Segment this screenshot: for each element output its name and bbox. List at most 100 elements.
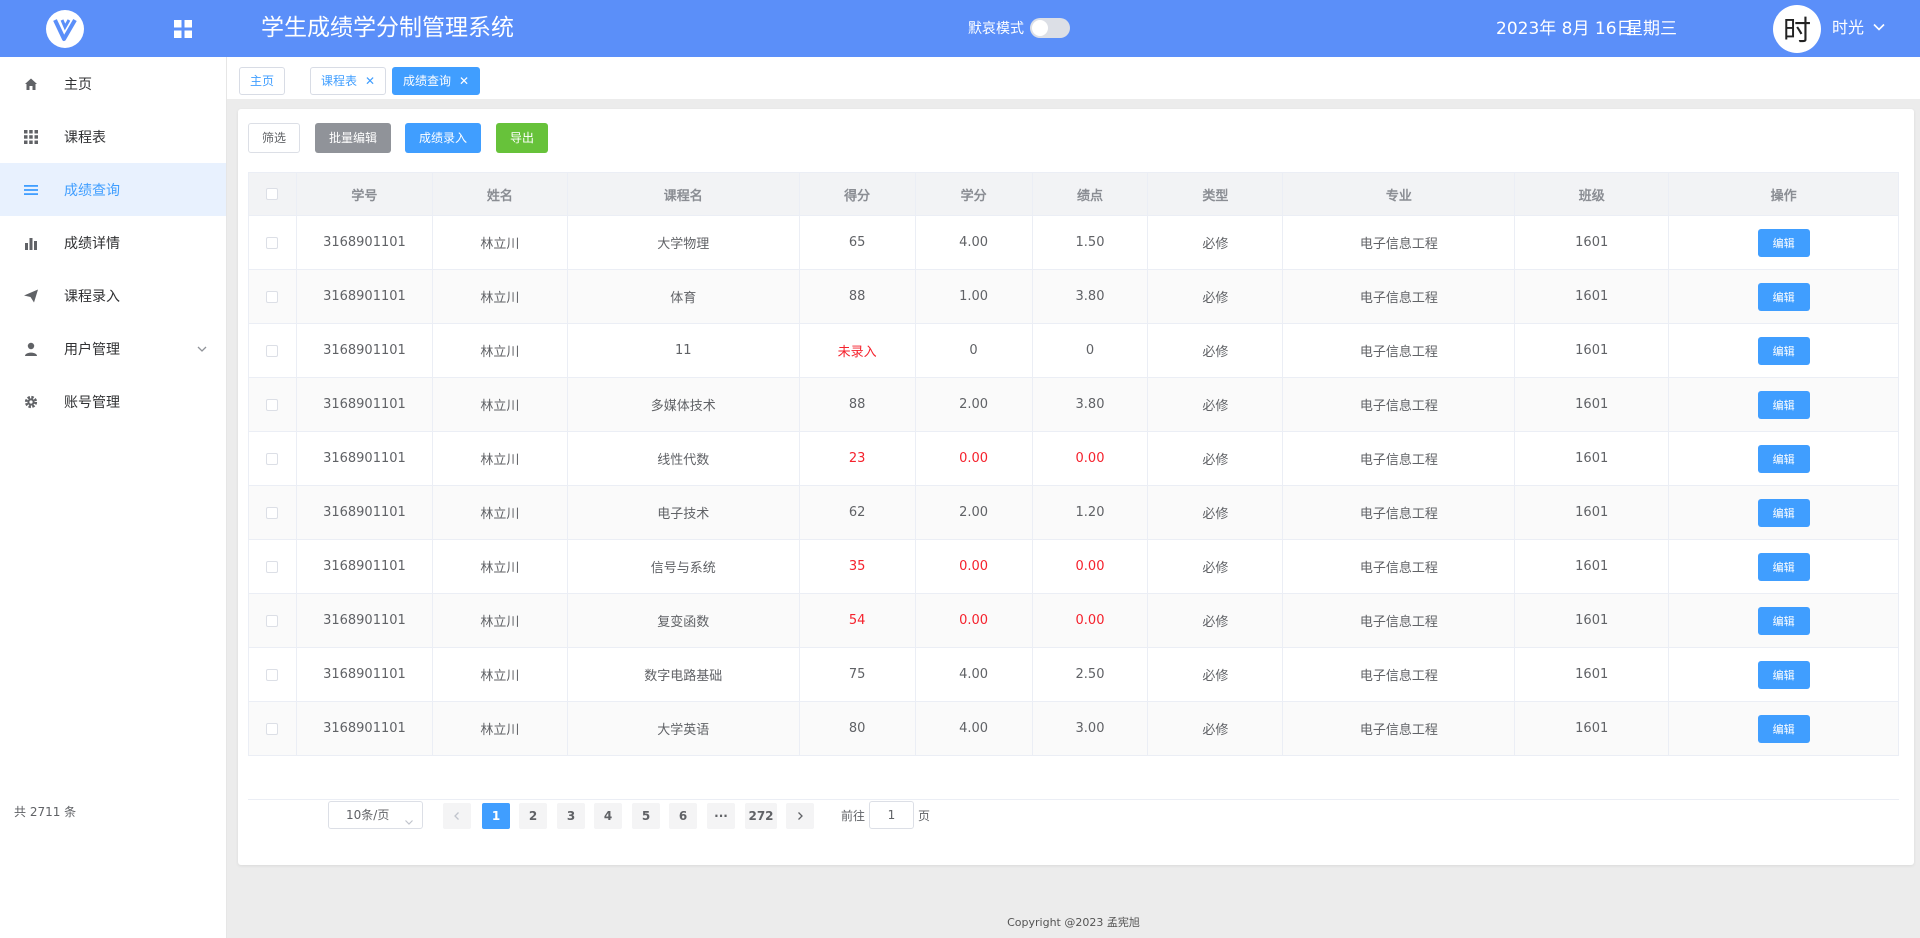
table-cell: 1601 xyxy=(1515,378,1670,431)
action-cell: 编辑 xyxy=(1669,702,1900,755)
table-cell: 88 xyxy=(800,270,916,323)
grade-entry-button[interactable]: 成绩录入 xyxy=(405,123,481,153)
sidebar-item-timetable[interactable]: 课程表 xyxy=(0,110,226,163)
table-cell: 0.00 xyxy=(1033,540,1149,593)
mourning-mode-toggle[interactable] xyxy=(1030,18,1070,38)
goto-page-input[interactable] xyxy=(869,801,914,829)
chevron-down-icon[interactable] xyxy=(1872,20,1886,34)
edit-button[interactable]: 编辑 xyxy=(1757,714,1810,743)
tab-grade-query[interactable]: 成绩查询 ✕ xyxy=(392,67,481,95)
sidebar-item-grade-query[interactable]: 成绩查询 xyxy=(0,163,226,216)
chevron-down-icon xyxy=(196,343,208,355)
next-page-button[interactable] xyxy=(786,803,814,829)
table-cell: 必修 xyxy=(1148,540,1284,593)
edit-button[interactable]: 编辑 xyxy=(1757,552,1810,581)
sidebar-item-course-entry[interactable]: 课程录入 xyxy=(0,269,226,322)
edit-button[interactable]: 编辑 xyxy=(1757,228,1810,257)
current-weekday: 星期三 xyxy=(1626,19,1677,39)
table-cell: 3168901101 xyxy=(297,324,433,377)
page-button[interactable]: 6 xyxy=(669,803,697,829)
sidebar-item-grade-detail[interactable]: 成绩详情 xyxy=(0,216,226,269)
avatar[interactable]: 时 xyxy=(1773,5,1821,53)
table-row: 3168901101 林立川 线性代数 23 0.00 0.00 必修 电子信息工程 1601 编… xyxy=(249,432,1900,486)
table-cell: 2.00 xyxy=(916,486,1033,539)
table-cell: 1601 xyxy=(1515,216,1670,269)
table-cell: 54 xyxy=(800,594,916,647)
action-cell: 编辑 xyxy=(1669,216,1900,269)
table-cell: 1601 xyxy=(1515,648,1670,701)
table-cell: 3168901101 xyxy=(297,378,433,431)
close-icon[interactable]: ✕ xyxy=(365,68,375,94)
row-checkbox[interactable] xyxy=(266,506,279,519)
table-cell: 电子信息工程 xyxy=(1283,648,1516,701)
column-header: 专业 xyxy=(1283,173,1516,215)
row-checkbox[interactable] xyxy=(266,290,279,303)
list-icon xyxy=(23,182,39,198)
page-button[interactable]: 1 xyxy=(482,803,510,829)
row-checkbox[interactable] xyxy=(266,722,279,735)
sidebar-item-user-management[interactable]: 用户管理 xyxy=(0,322,226,375)
prev-page-button[interactable] xyxy=(443,803,471,829)
column-header: 学号 xyxy=(297,173,433,215)
table-cell: 林立川 xyxy=(433,486,568,539)
row-checkbox[interactable] xyxy=(266,614,279,627)
sidebar-item-account-management[interactable]: 账号管理 xyxy=(0,375,226,428)
goto-unit: 页 xyxy=(918,809,931,823)
edit-button[interactable]: 编辑 xyxy=(1757,498,1810,527)
table-cell: 1601 xyxy=(1515,270,1670,323)
table-cell: 必修 xyxy=(1148,594,1284,647)
table-cell: 林立川 xyxy=(433,378,568,431)
batch-edit-button[interactable]: 批量编辑 xyxy=(315,123,391,153)
page-button[interactable]: 4 xyxy=(594,803,622,829)
page-button[interactable]: 3 xyxy=(557,803,585,829)
table-cell: 0.00 xyxy=(916,540,1033,593)
edit-button[interactable]: 编辑 xyxy=(1757,390,1810,419)
tab-home[interactable]: 主页 xyxy=(239,67,286,95)
close-icon[interactable]: ✕ xyxy=(459,68,469,94)
table-cell: 3168901101 xyxy=(297,594,433,647)
action-cell: 编辑 xyxy=(1669,540,1900,593)
tab-label: 成绩查询 xyxy=(403,74,452,88)
sidebar-item-home[interactable]: 主页 xyxy=(0,57,226,110)
logo[interactable] xyxy=(46,10,84,48)
row-checkbox[interactable] xyxy=(266,560,279,573)
edit-button[interactable]: 编辑 xyxy=(1757,660,1810,689)
username[interactable]: 时光 xyxy=(1832,16,1864,40)
page-button[interactable]: 272 xyxy=(745,803,777,829)
chevron-left-icon xyxy=(454,812,459,820)
row-checkbox[interactable] xyxy=(266,236,279,249)
select-all-checkbox[interactable] xyxy=(266,188,279,200)
action-cell: 编辑 xyxy=(1669,270,1900,323)
edit-button[interactable]: 编辑 xyxy=(1757,336,1810,365)
goto-label: 前往 xyxy=(841,809,866,823)
table-cell: 3168901101 xyxy=(297,648,433,701)
page-size-value: 10条/页 xyxy=(346,808,390,822)
table-cell: 1.20 xyxy=(1033,486,1149,539)
tab-label: 主页 xyxy=(250,74,275,88)
edit-button[interactable]: 编辑 xyxy=(1757,606,1810,635)
action-cell: 编辑 xyxy=(1669,324,1900,377)
apps-grid-icon[interactable] xyxy=(173,19,193,39)
page-button[interactable]: 2 xyxy=(519,803,547,829)
row-select-cell xyxy=(249,594,297,647)
tab-timetable[interactable]: 课程表 ✕ xyxy=(310,67,387,95)
page-button[interactable]: 5 xyxy=(632,803,660,829)
table-cell: 80 xyxy=(800,702,916,755)
table-cell: 未录入 xyxy=(800,324,916,377)
app-title: 学生成绩学分制管理系统 xyxy=(261,15,514,41)
export-button[interactable]: 导出 xyxy=(496,123,548,153)
row-checkbox[interactable] xyxy=(266,668,279,681)
table-cell: 0.00 xyxy=(1033,432,1149,485)
edit-button[interactable]: 编辑 xyxy=(1757,282,1810,311)
action-cell: 编辑 xyxy=(1669,648,1900,701)
filter-button[interactable]: 筛选 xyxy=(248,123,300,153)
page-size-select[interactable]: 10条/页 xyxy=(328,801,423,829)
row-checkbox[interactable] xyxy=(266,344,279,357)
table-cell: 3168901101 xyxy=(297,216,433,269)
table-cell: 林立川 xyxy=(433,216,568,269)
row-checkbox[interactable] xyxy=(266,398,279,411)
edit-button[interactable]: 编辑 xyxy=(1757,444,1810,473)
table-cell: 88 xyxy=(800,378,916,431)
row-checkbox[interactable] xyxy=(266,452,279,465)
more-pages-button[interactable]: ··· xyxy=(707,803,735,829)
